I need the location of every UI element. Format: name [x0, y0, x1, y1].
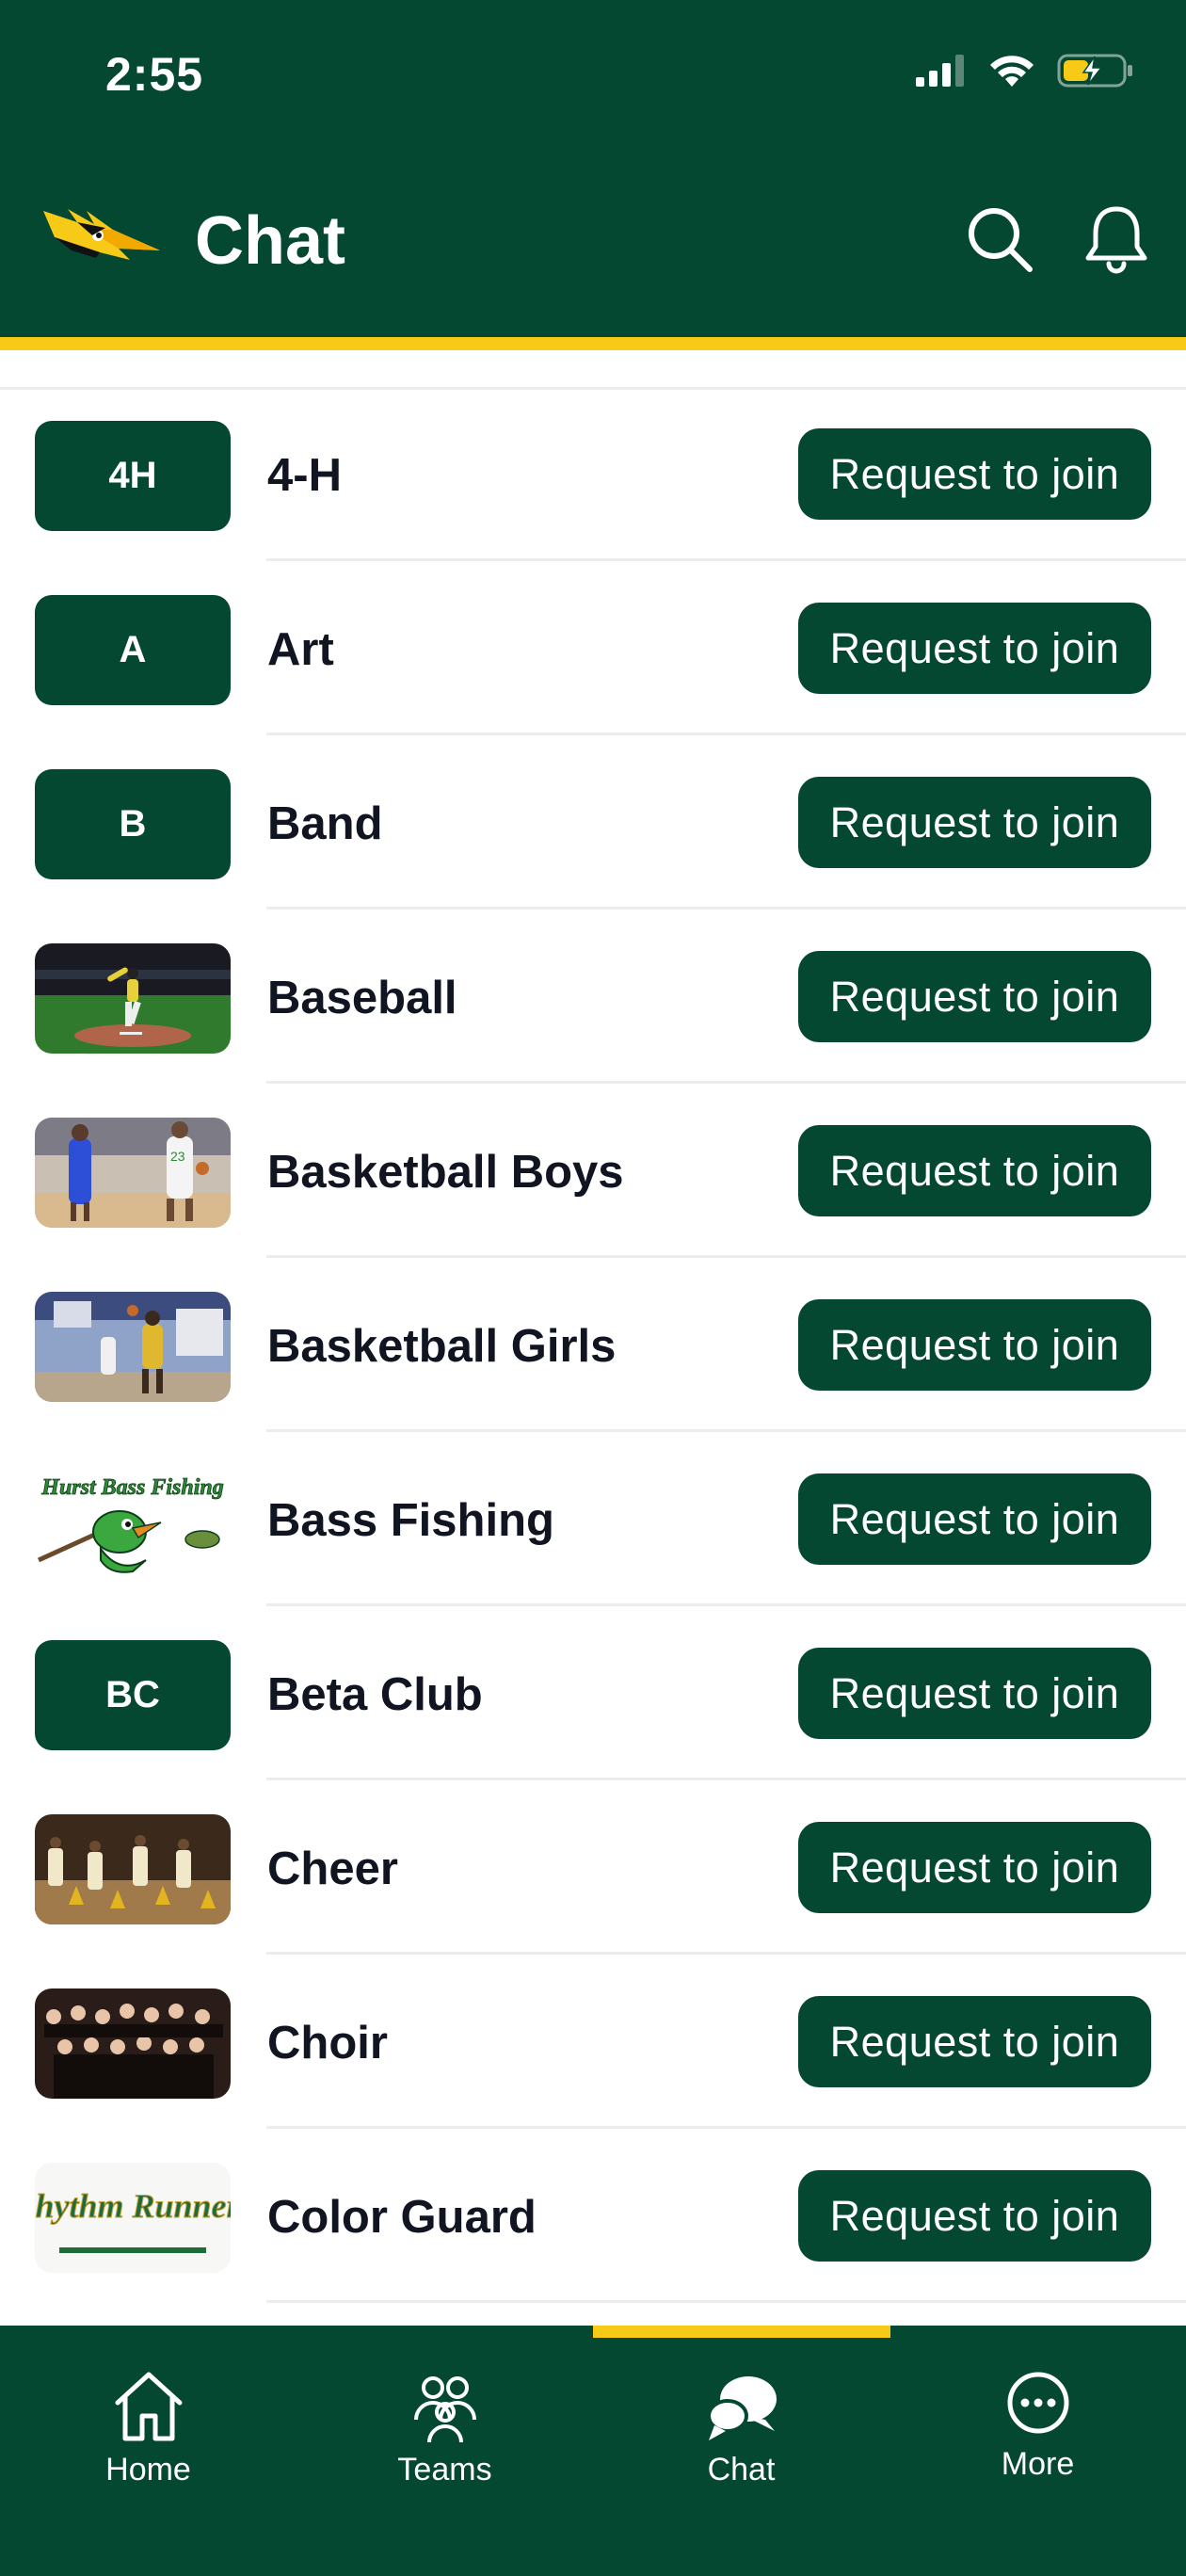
- group-name: Art: [267, 624, 334, 675]
- notifications-button[interactable]: [1081, 203, 1152, 275]
- color-guard-logo: Rhythm Runners: [35, 2163, 231, 2273]
- group-row-4h[interactable]: 4H 4-H Request to join: [0, 387, 1186, 561]
- status-icons: [916, 53, 1134, 89]
- wifi-icon: [990, 56, 1034, 87]
- cheer-photo: [35, 1814, 231, 1924]
- more-icon: [1007, 2372, 1068, 2434]
- choir-photo: [35, 1988, 231, 2099]
- request-to-join-button[interactable]: Request to join: [798, 1125, 1151, 1216]
- group-name: Cheer: [267, 1843, 398, 1894]
- group-name: Baseball: [267, 973, 457, 1023]
- battery-charging-icon: [1057, 54, 1132, 88]
- group-name: Color Guard: [267, 2192, 537, 2243]
- group-avatar-initials: 4H: [35, 421, 231, 531]
- request-to-join-button[interactable]: Request to join: [798, 2170, 1151, 2262]
- search-button[interactable]: [964, 203, 1035, 275]
- baseball-photo: [35, 943, 231, 1054]
- svg-text:Hurst Bass Fishing: Hurst Bass Fishing: [40, 1475, 223, 1500]
- group-row-band[interactable]: B Band Request to join: [0, 735, 1186, 910]
- group-row-bass-fishing[interactable]: Hurst Bass Fishing Bass Fishing Request …: [0, 1432, 1186, 1606]
- request-to-join-button[interactable]: Request to join: [798, 1822, 1151, 1913]
- request-to-join-button[interactable]: Request to join: [798, 777, 1151, 868]
- app-header: 2:55 Chat: [0, 0, 1186, 337]
- request-to-join-button[interactable]: Request to join: [798, 1996, 1151, 2087]
- search-icon: [969, 208, 1033, 272]
- group-row-art[interactable]: A Art Request to join: [0, 561, 1186, 735]
- school-logo: [43, 209, 160, 260]
- nav-label: Chat: [707, 2452, 776, 2487]
- basketball-girls-photo: [35, 1292, 231, 1402]
- group-row-basketball-boys[interactable]: 23 Basketball Boys Request to join: [0, 1084, 1186, 1258]
- nav-more[interactable]: More: [890, 2326, 1186, 2576]
- teams-icon: [413, 2376, 476, 2443]
- group-avatar-initials: B: [35, 769, 231, 879]
- bass-fishing-logo: Hurst Bass Fishing: [35, 1466, 231, 1576]
- group-list: 4H 4-H Request to join A Art Request to …: [0, 387, 1186, 2303]
- request-to-join-button[interactable]: Request to join: [798, 951, 1151, 1042]
- svg-text:Rhythm Runners: Rhythm Runners: [35, 2187, 231, 2225]
- nav-label: More: [1001, 2446, 1075, 2482]
- group-row-beta-club[interactable]: BC Beta Club Request to join: [0, 1606, 1186, 1780]
- group-name: Band: [267, 798, 383, 849]
- group-name: Choir: [267, 2018, 388, 2069]
- group-name: Basketball Girls: [267, 1321, 617, 1372]
- nav-label: Teams: [397, 2452, 492, 2487]
- home-icon: [115, 2372, 182, 2441]
- chat-icon: [706, 2376, 777, 2440]
- request-to-join-button[interactable]: Request to join: [798, 1648, 1151, 1739]
- request-to-join-button[interactable]: Request to join: [798, 428, 1151, 520]
- group-row-baseball[interactable]: Baseball Request to join: [0, 910, 1186, 1084]
- group-avatar-initials: BC: [35, 1640, 231, 1750]
- group-row-color-guard[interactable]: Rhythm Runners Color Guard Request to jo…: [0, 2129, 1186, 2303]
- group-row-cheer[interactable]: Cheer Request to join: [0, 1780, 1186, 1955]
- nav-teams[interactable]: Teams: [296, 2326, 593, 2576]
- group-name: 4-H: [267, 450, 342, 501]
- request-to-join-button[interactable]: Request to join: [798, 1473, 1151, 1565]
- request-to-join-button[interactable]: Request to join: [798, 1299, 1151, 1391]
- bell-icon: [1085, 206, 1147, 274]
- status-time: 2:55: [105, 48, 204, 101]
- group-row-basketball-girls[interactable]: Basketball Girls Request to join: [0, 1258, 1186, 1432]
- nav-home[interactable]: Home: [0, 2326, 296, 2576]
- group-avatar-initials: A: [35, 595, 231, 705]
- page-title: Chat: [195, 203, 345, 279]
- nav-chat[interactable]: Chat: [593, 2326, 890, 2576]
- header-accent-stripe: [0, 337, 1186, 350]
- request-to-join-button[interactable]: Request to join: [798, 603, 1151, 694]
- cellular-signal-icon: [916, 55, 964, 87]
- svg-text:23: 23: [170, 1149, 185, 1164]
- nav-label: Home: [105, 2452, 191, 2487]
- group-name: Basketball Boys: [267, 1147, 624, 1198]
- group-row-choir[interactable]: Choir Request to join: [0, 1955, 1186, 2129]
- bottom-nav: Home Teams Chat More: [0, 2326, 1186, 2576]
- group-name: Beta Club: [267, 1669, 483, 1720]
- basketball-boys-photo: 23: [35, 1118, 231, 1228]
- group-name: Bass Fishing: [267, 1495, 554, 1546]
